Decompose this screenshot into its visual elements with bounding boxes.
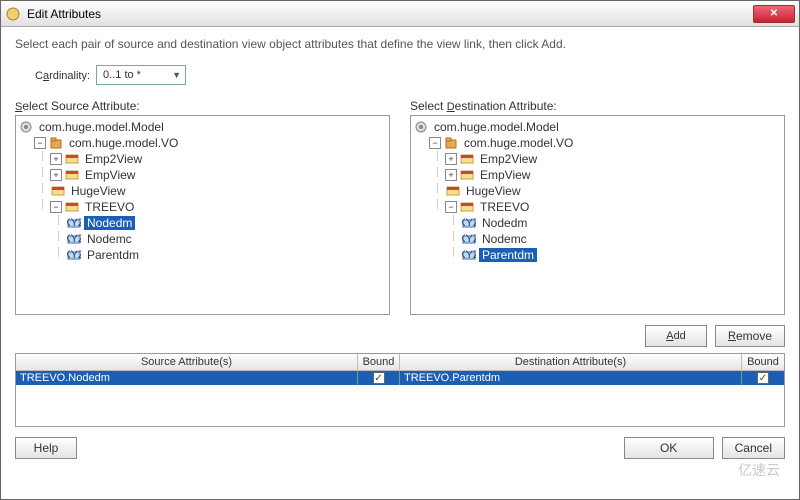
cardinality-row: Cardinality: 0..1 to * [15,65,785,85]
attribute-icon: XYZ [461,231,477,247]
view-icon [64,151,80,167]
cardinality-label: Cardinality: [35,68,90,82]
close-button[interactable]: ✕ [753,5,795,23]
view-icon [50,183,66,199]
tree-attr-item[interactable]: ┊XYZParentdm [18,247,387,263]
view-icon [459,199,475,215]
ok-button[interactable]: OK [624,437,714,459]
add-remove-row: Add Remove [15,325,785,347]
destination-pane-label: Select Destination Attribute: [410,99,785,113]
col-bound-dst: Bound [742,354,784,370]
destination-tree[interactable]: com.huge.model.Model − com.huge.model.VO… [410,115,785,315]
cell-bound-src[interactable]: ✓ [358,371,400,385]
checkbox-icon[interactable]: ✓ [757,372,769,384]
attribute-icon: XYZ [66,215,82,231]
cell-bound-dst[interactable]: ✓ [742,371,784,385]
dialog-window: Edit Attributes ✕ Select each pair of so… [0,0,800,500]
model-icon [413,119,429,135]
attribute-icon: XYZ [66,247,82,263]
view-icon [64,167,80,183]
cancel-button[interactable]: Cancel [722,437,785,459]
add-button[interactable]: Add [645,325,707,347]
help-button[interactable]: Help [15,437,77,459]
view-icon [445,183,461,199]
view-icon [459,151,475,167]
tree-view-item[interactable]: ┊+EmpView [413,167,782,183]
package-icon [443,135,459,151]
tree-attr-item[interactable]: ┊XYZNodedm [18,215,387,231]
tree-root[interactable]: com.huge.model.Model [413,119,782,135]
expander-icon[interactable]: − [429,137,441,149]
source-pane-label: Select Source Attribute: [15,99,390,113]
app-icon [5,6,21,22]
expander-icon[interactable]: + [445,153,457,165]
svg-text:XYZ: XYZ [67,249,81,261]
attribute-icon: XYZ [66,231,82,247]
expander-icon[interactable]: + [50,169,62,181]
svg-text:XYZ: XYZ [462,217,476,229]
expander-icon[interactable]: + [50,153,62,165]
expander-icon[interactable]: − [50,201,62,213]
expander-icon[interactable]: − [445,201,457,213]
tree-view-item[interactable]: ┊+Emp2View [413,151,782,167]
source-selected-node: Nodedm [84,216,135,230]
view-icon [64,199,80,215]
destination-pane: Select Destination Attribute: com.huge.m… [410,99,785,315]
mapping-table: Source Attribute(s) Bound Destination At… [15,353,785,427]
source-tree[interactable]: com.huge.model.Model − com.huge.model.VO… [15,115,390,315]
col-bound-src: Bound [358,354,400,370]
col-destination: Destination Attribute(s) [400,354,742,370]
expander-icon[interactable]: + [445,169,457,181]
cell-source: TREEVO.Nodedm [16,371,358,385]
footer: Help OK Cancel [15,427,785,459]
tree-attr-item[interactable]: ┊XYZParentdm [413,247,782,263]
tree-view-item[interactable]: ┊−TREEVO [413,199,782,215]
view-icon [459,167,475,183]
cardinality-select[interactable]: 0..1 to * [96,65,186,85]
table-row[interactable]: TREEVO.Nodedm ✓ TREEVO.Parentdm ✓ [16,371,784,385]
tree-attr-item[interactable]: ┊XYZNodemc [18,231,387,247]
table-header: Source Attribute(s) Bound Destination At… [16,354,784,371]
svg-text:XYZ: XYZ [67,233,81,245]
tree-view-item[interactable]: ┊+Emp2View [18,151,387,167]
svg-text:XYZ: XYZ [67,217,81,229]
attribute-icon: XYZ [461,215,477,231]
tree-view-item[interactable]: ┊+EmpView [18,167,387,183]
model-icon [18,119,34,135]
svg-text:XYZ: XYZ [462,249,476,261]
dest-selected-node: Parentdm [479,248,537,262]
tree-package[interactable]: − com.huge.model.VO [413,135,782,151]
tree-package[interactable]: − com.huge.model.VO [18,135,387,151]
svg-text:XYZ: XYZ [462,233,476,245]
tree-attr-item[interactable]: ┊XYZNodemc [413,231,782,247]
attribute-panes: Select Source Attribute: com.huge.model.… [15,99,785,315]
instruction-text: Select each pair of source and destinati… [15,37,785,51]
attribute-icon: XYZ [461,247,477,263]
expander-icon[interactable]: − [34,137,46,149]
col-source: Source Attribute(s) [16,354,358,370]
tree-view-item[interactable]: ┊HugeView [18,183,387,199]
cell-destination: TREEVO.Parentdm [400,371,742,385]
checkbox-icon[interactable]: ✓ [373,372,385,384]
tree-root[interactable]: com.huge.model.Model [18,119,387,135]
titlebar: Edit Attributes ✕ [1,1,799,27]
source-pane: Select Source Attribute: com.huge.model.… [15,99,390,315]
dialog-title: Edit Attributes [27,7,753,21]
content-area: Select each pair of source and destinati… [1,27,799,499]
tree-attr-item[interactable]: ┊XYZNodedm [413,215,782,231]
tree-view-item[interactable]: ┊HugeView [413,183,782,199]
tree-view-item[interactable]: ┊−TREEVO [18,199,387,215]
package-icon [48,135,64,151]
remove-button[interactable]: Remove [715,325,785,347]
